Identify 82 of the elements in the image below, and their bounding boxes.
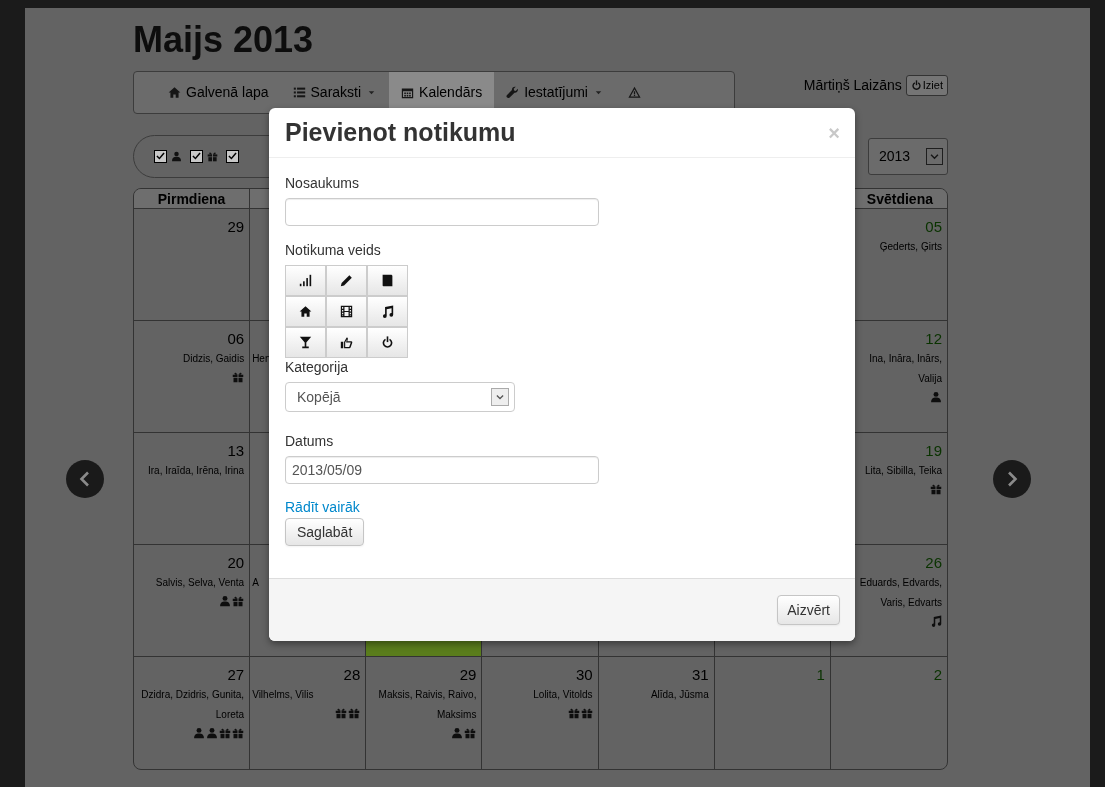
category-select[interactable]: Kopējā	[285, 382, 515, 412]
check-icon	[191, 151, 202, 162]
day-number: 30	[575, 665, 593, 685]
name-days: Ģederts, Ģirts	[855, 237, 942, 257]
check-icon	[227, 151, 238, 162]
name-days: Lolita, Vitolds	[484, 685, 593, 705]
event-type-button[interactable]	[367, 327, 408, 358]
day-number: 26	[925, 553, 942, 573]
name-days: Lita, Sibilla, Teika	[855, 461, 942, 481]
day-number: 1	[816, 665, 825, 685]
day-number: 27	[227, 665, 245, 685]
pencil-icon	[340, 274, 353, 287]
checkbox[interactable]	[226, 150, 239, 163]
name-days: Vilhelms, Vilis	[252, 685, 361, 705]
date-field[interactable]: 2013/05/09	[285, 456, 599, 484]
dialog-title: Pievienot notikumu	[285, 120, 516, 145]
day-number: 29	[227, 217, 245, 237]
name-days: A	[252, 573, 361, 593]
previous-month-button[interactable]	[66, 460, 104, 498]
list-icon	[292, 86, 306, 99]
close-dialog-button[interactable]: Aizvērt	[777, 595, 840, 625]
show-more-link[interactable]: Rādīt vairāk	[285, 499, 360, 516]
field-label: Kategorija	[285, 359, 350, 376]
thumbs-up-icon	[340, 336, 353, 349]
name-days: Didzis, Gaidis	[136, 349, 245, 369]
home-icon	[168, 86, 181, 99]
event-type-button[interactable]	[285, 265, 326, 296]
checkbox[interactable]	[154, 150, 167, 163]
event-type-button[interactable]	[326, 327, 367, 358]
home-icon	[299, 305, 312, 318]
nav-item[interactable]: Iestatījumi	[494, 72, 616, 113]
field-label: Nosaukums	[285, 175, 360, 192]
day-number: 2	[933, 665, 942, 685]
check-icon	[155, 151, 166, 162]
name-days: Alīda, Jūsma	[600, 685, 709, 705]
power-icon	[910, 80, 922, 91]
day-number: 19	[925, 441, 942, 461]
day-number: 13	[227, 441, 245, 461]
day-number: 12	[925, 329, 942, 349]
name-days: Ira, Iraīda, Irēna, Irina	[136, 461, 245, 481]
wrench-icon	[506, 86, 520, 99]
event-type-button[interactable]	[367, 296, 408, 327]
cocktail-glass-icon	[299, 336, 312, 349]
checkbox[interactable]	[190, 150, 203, 163]
nav-item[interactable]: Saraksti	[280, 72, 390, 113]
weekday-header: Svētdiena	[866, 191, 933, 207]
calendar-icon	[401, 86, 415, 99]
day-number: 06	[227, 329, 245, 349]
input-field[interactable]	[285, 198, 599, 226]
event-type-button[interactable]	[285, 327, 326, 358]
save-button[interactable]: Saglabāt	[285, 518, 365, 546]
chevron-down-icon	[929, 151, 940, 162]
warning-icon	[627, 86, 641, 99]
name-days: Ina, Ināra, Inārs, Valija	[855, 349, 942, 389]
name-days: Salvis, Selva, Venta	[136, 573, 245, 593]
year-select[interactable]: 2013	[868, 138, 948, 175]
signal-bars-icon	[299, 274, 312, 287]
event-type-button[interactable]	[326, 265, 367, 296]
event-type-button[interactable]	[326, 296, 367, 327]
next-month-button[interactable]	[993, 460, 1031, 498]
chevron-down-icon	[495, 392, 505, 402]
name-days: Dzidra, Dzidris, Gunita, Loreta	[136, 685, 245, 725]
day-number: 29	[459, 665, 477, 685]
field-label: Notikuma veids	[285, 242, 382, 259]
logout-button[interactable]: Iziet	[905, 75, 948, 96]
event-type-button[interactable]	[285, 296, 326, 327]
field-label: Datums	[285, 433, 335, 450]
page-title: Maijs 2013	[133, 18, 314, 58]
user-name: Mārtiņš Laizāns	[803, 76, 902, 95]
day-number: 20	[227, 553, 245, 573]
day-number: 28	[343, 665, 361, 685]
nav-item[interactable]: Galvenā lapa	[156, 72, 281, 113]
book-icon	[381, 274, 394, 287]
name-days: Maksis, Raivis, Raivo, Maksims	[368, 685, 477, 725]
name-days: Eduards, Edvards, Varis, Edvarts	[855, 573, 942, 613]
power-icon	[381, 336, 394, 349]
day-number: 05	[925, 217, 942, 237]
film-icon	[340, 305, 353, 318]
day-number: 31	[692, 665, 709, 685]
weekday-header: Pirmdiena	[157, 191, 226, 207]
music-note-icon	[381, 305, 394, 318]
event-type-button[interactable]	[367, 265, 408, 296]
